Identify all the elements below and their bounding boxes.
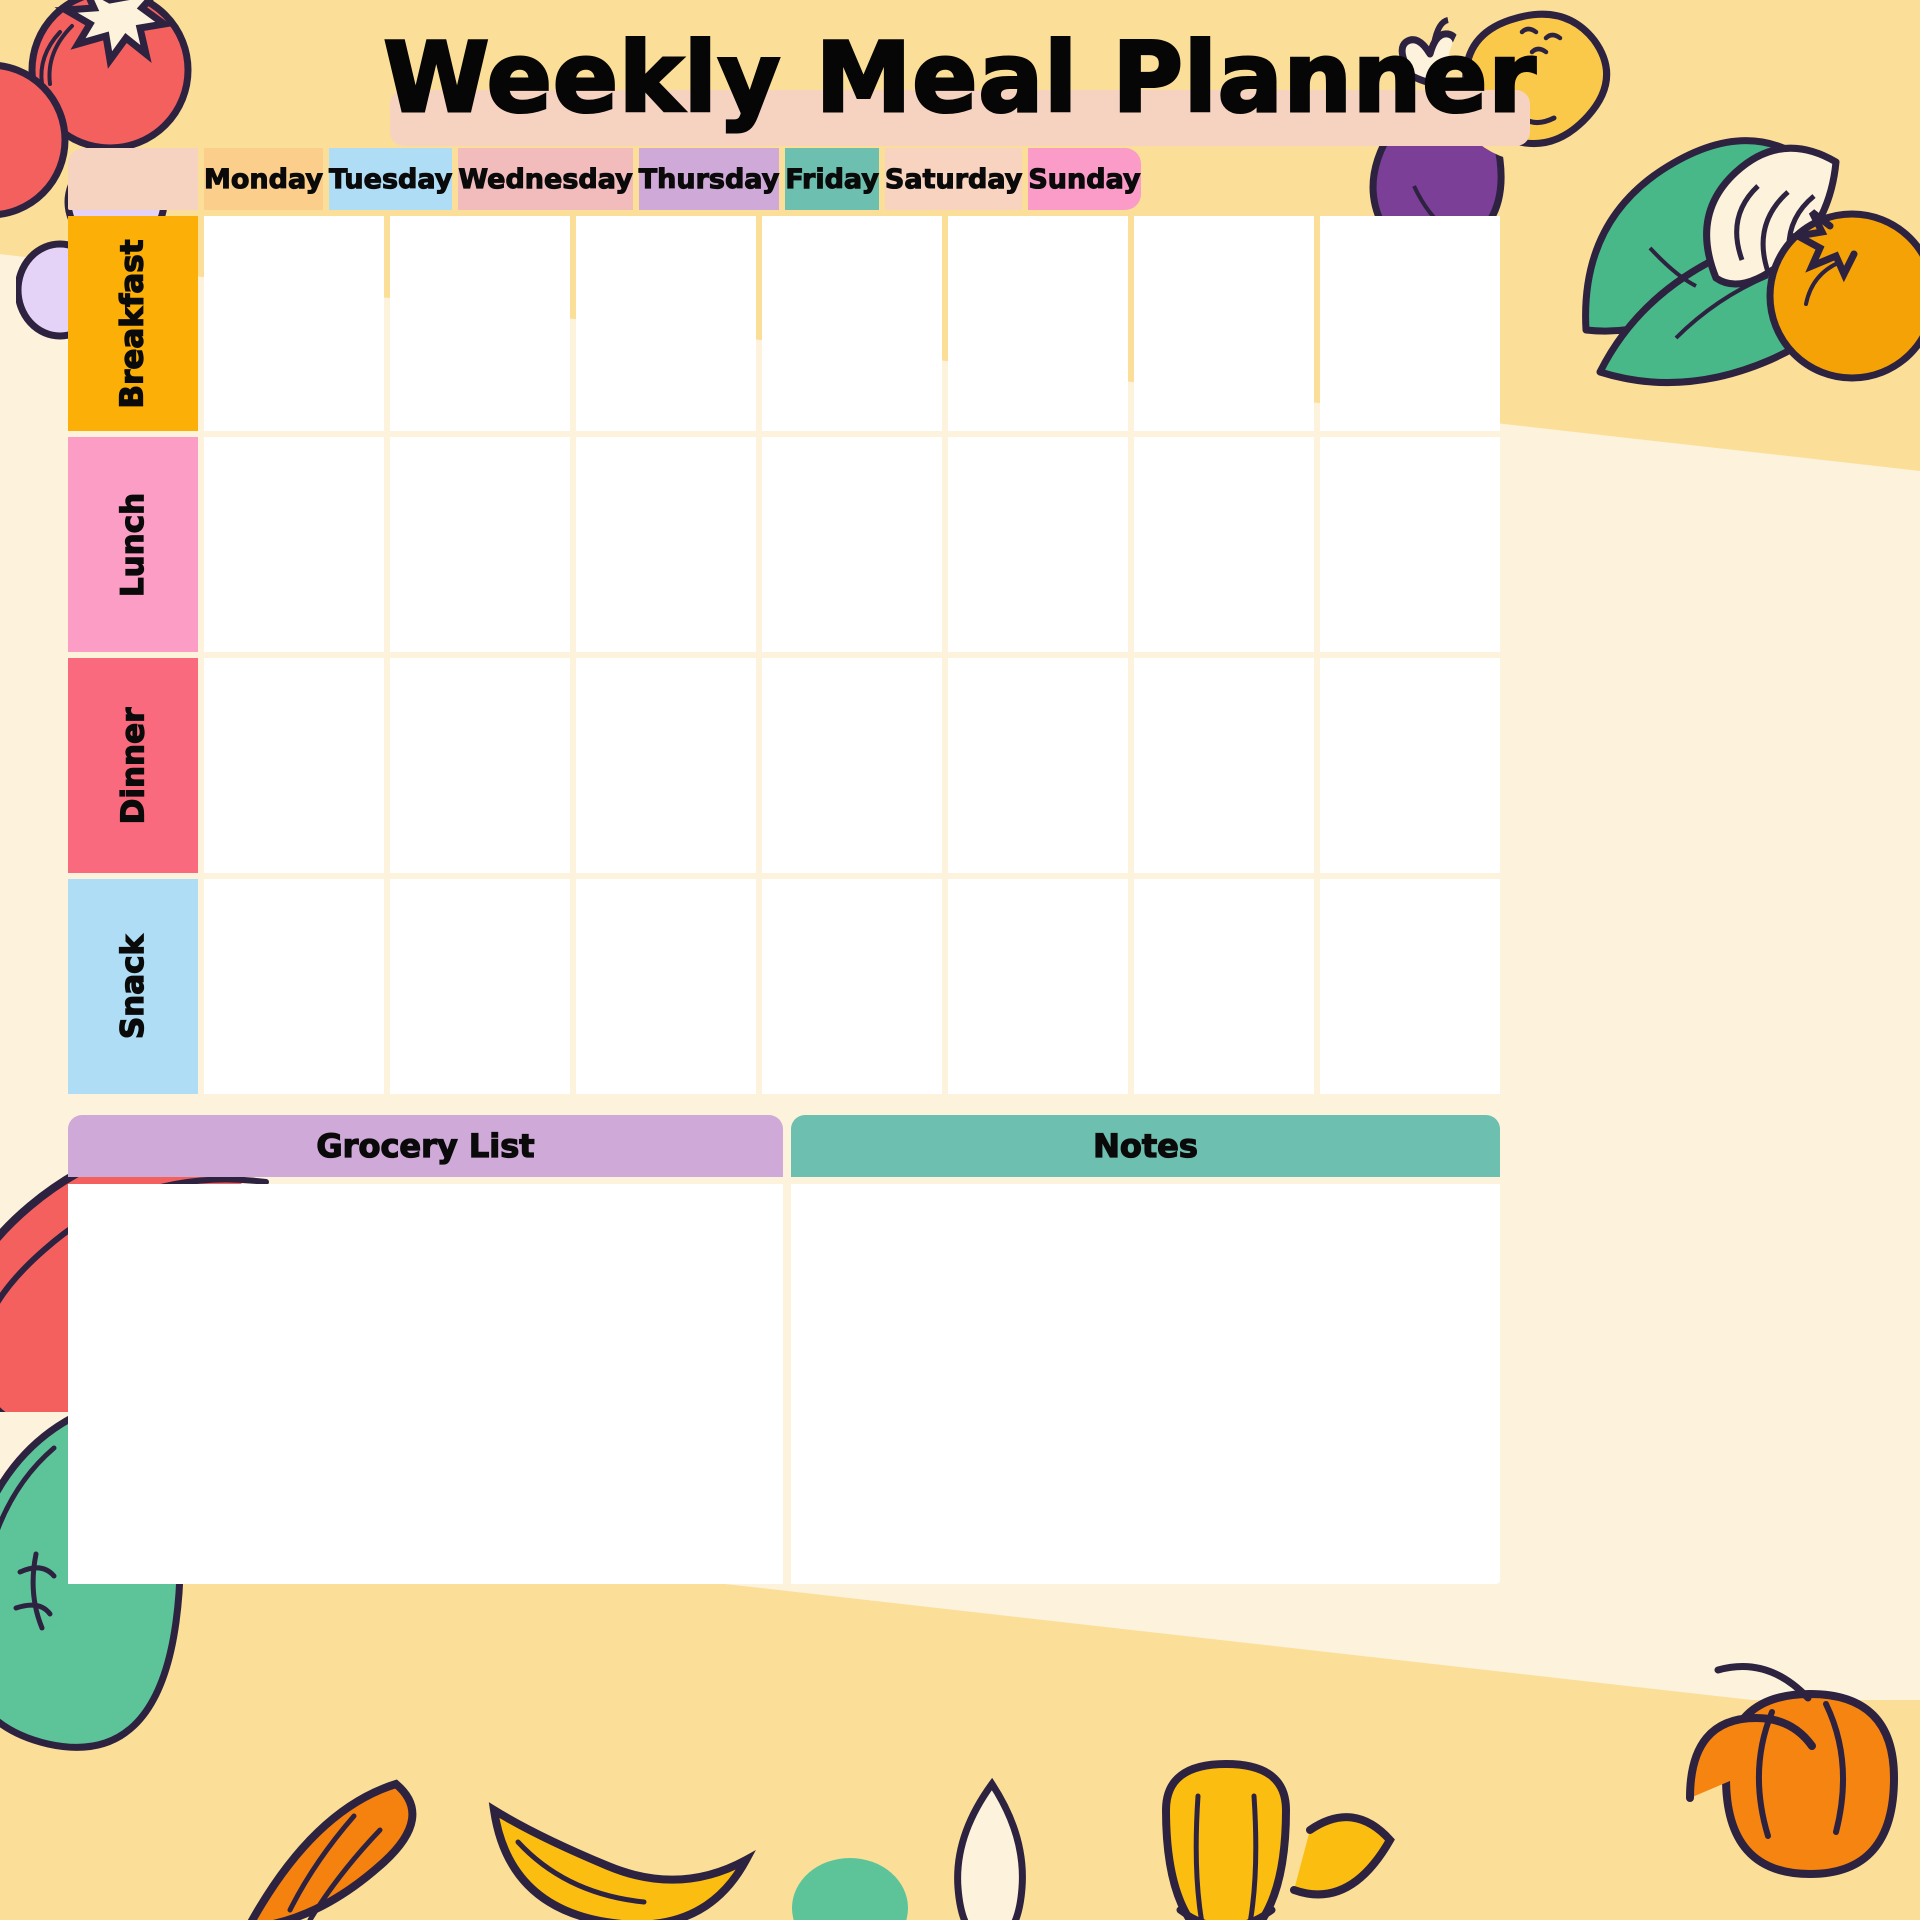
decoration-corn-bottom xyxy=(1161,1760,1395,1920)
cell-snack-sunday[interactable] xyxy=(1320,879,1500,1094)
decoration-pumpkin xyxy=(1686,1663,1899,1879)
cell-breakfast-wednesday[interactable] xyxy=(576,216,756,431)
cell-lunch-wednesday[interactable] xyxy=(576,437,756,652)
notes-body[interactable] xyxy=(791,1184,1500,1584)
cell-snack-wednesday[interactable] xyxy=(576,879,756,1094)
cell-lunch-saturday[interactable] xyxy=(1134,437,1314,652)
day-header-saturday[interactable]: Saturday xyxy=(884,148,1023,210)
cell-breakfast-tuesday[interactable] xyxy=(390,216,570,431)
meal-label-dinner: Dinner xyxy=(68,658,198,873)
day-header-friday[interactable]: Friday xyxy=(785,148,879,210)
day-header-wednesday[interactable]: Wednesday xyxy=(458,148,633,210)
decoration-carrot xyxy=(247,1779,417,1920)
cell-dinner-saturday[interactable] xyxy=(1134,658,1314,873)
page-title: Weekly Meal Planner xyxy=(382,22,1537,134)
grocery-list-body[interactable] xyxy=(68,1184,783,1584)
cell-breakfast-monday[interactable] xyxy=(204,216,384,431)
planner-row-lunch: Lunch xyxy=(68,437,1500,652)
page-title-wrap: Weekly Meal Planner xyxy=(0,26,1920,146)
cell-snack-saturday[interactable] xyxy=(1134,879,1314,1094)
cell-lunch-monday[interactable] xyxy=(204,437,384,652)
day-header-monday[interactable]: Monday xyxy=(203,148,324,210)
cell-breakfast-thursday[interactable] xyxy=(762,216,942,431)
notes-header: Notes xyxy=(791,1115,1500,1177)
notes-panel: Notes xyxy=(791,1115,1500,1584)
cell-lunch-tuesday[interactable] xyxy=(390,437,570,652)
meal-label-lunch-text: Lunch xyxy=(114,492,151,598)
decoration-avocado-bottom xyxy=(792,1858,908,1920)
meal-label-lunch: Lunch xyxy=(68,437,198,652)
weekly-planner-grid: Monday Tuesday Wednesday Thursday Friday… xyxy=(68,148,1500,1100)
meal-label-snack-text: Snack xyxy=(114,934,151,1040)
day-header-sunday[interactable]: Sunday xyxy=(1028,148,1141,210)
meal-planner-page: Weekly Meal Planner Monday Tuesday Wedne… xyxy=(0,0,1920,1920)
decoration-banana xyxy=(488,1802,756,1920)
cell-lunch-friday[interactable] xyxy=(948,437,1128,652)
meal-label-breakfast-text: Breakfast xyxy=(114,238,151,409)
cell-lunch-sunday[interactable] xyxy=(1320,437,1500,652)
cell-dinner-tuesday[interactable] xyxy=(390,658,570,873)
decoration-orange-top xyxy=(1766,209,1920,382)
cell-snack-thursday[interactable] xyxy=(762,879,942,1094)
planner-header-row: Monday Tuesday Wednesday Thursday Friday… xyxy=(68,148,1500,210)
meal-label-breakfast: Breakfast xyxy=(68,216,198,431)
bottom-yellow-band xyxy=(0,1700,1920,1920)
cell-lunch-thursday[interactable] xyxy=(762,437,942,652)
planner-row-dinner: Dinner xyxy=(68,658,1500,873)
cell-dinner-thursday[interactable] xyxy=(762,658,942,873)
cell-dinner-monday[interactable] xyxy=(204,658,384,873)
cell-breakfast-sunday[interactable] xyxy=(1320,216,1500,431)
decoration-garlic-bottom xyxy=(954,1777,1026,1920)
day-header-thursday[interactable]: Thursday xyxy=(638,148,780,210)
cell-dinner-sunday[interactable] xyxy=(1320,658,1500,873)
meal-label-snack: Snack xyxy=(68,879,198,1094)
cell-snack-friday[interactable] xyxy=(948,879,1128,1094)
grocery-list-header: Grocery List xyxy=(68,1115,783,1177)
grocery-list-panel: Grocery List xyxy=(68,1115,783,1584)
planner-row-breakfast: Breakfast xyxy=(68,216,1500,431)
bottom-panels: Grocery List Notes xyxy=(68,1115,1500,1584)
cell-snack-tuesday[interactable] xyxy=(390,879,570,1094)
planner-row-snack: Snack xyxy=(68,879,1500,1094)
day-header-tuesday[interactable]: Tuesday xyxy=(328,148,453,210)
cell-snack-monday[interactable] xyxy=(204,879,384,1094)
cell-dinner-wednesday[interactable] xyxy=(576,658,756,873)
cell-breakfast-friday[interactable] xyxy=(948,216,1128,431)
cell-breakfast-saturday[interactable] xyxy=(1134,216,1314,431)
grid-corner-cell xyxy=(68,148,198,210)
meal-label-dinner-text: Dinner xyxy=(114,706,151,824)
cell-dinner-friday[interactable] xyxy=(948,658,1128,873)
